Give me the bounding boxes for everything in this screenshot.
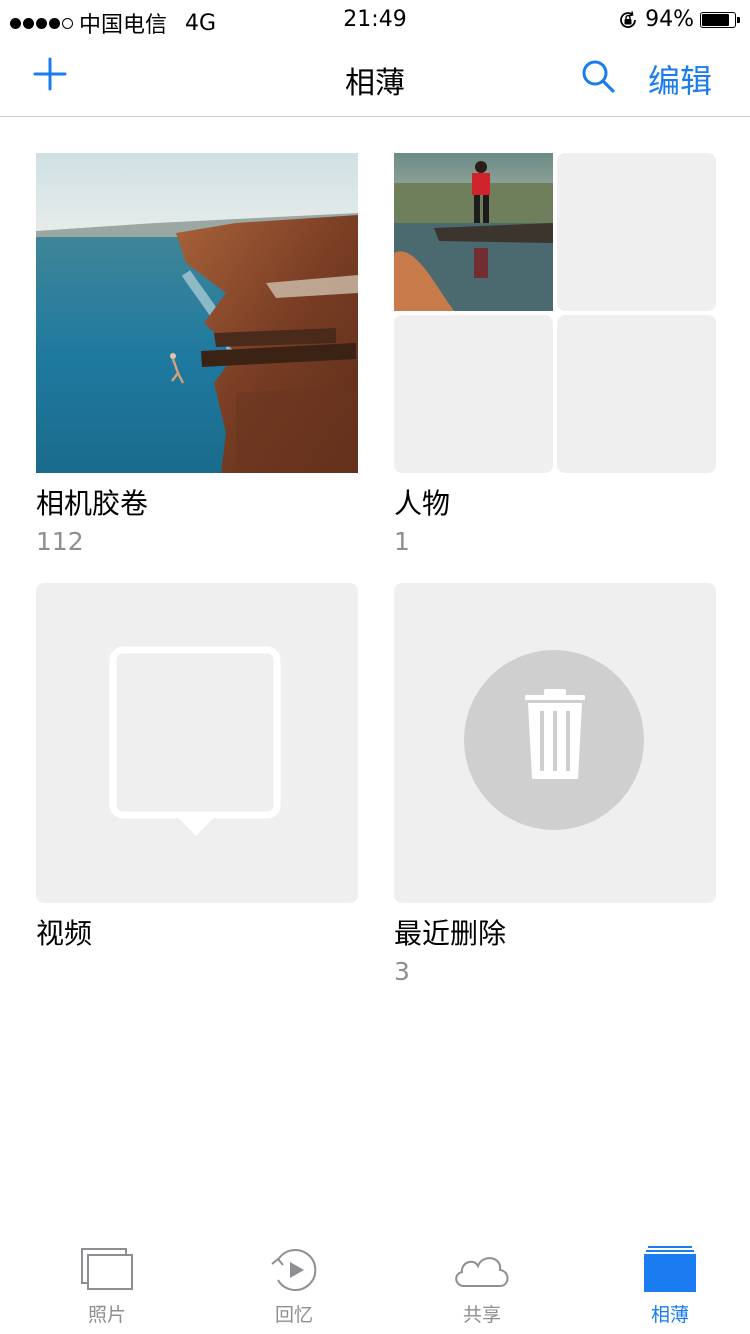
empty-tile [557, 153, 716, 311]
cloud-icon [455, 1257, 509, 1287]
edit-button[interactable]: 编辑 [648, 56, 712, 102]
tab-label: 回忆 [274, 1304, 313, 1326]
tab-label: 共享 [462, 1304, 501, 1326]
album-count: 3 [394, 957, 410, 986]
empty-tile [557, 315, 716, 473]
person-photo [394, 153, 553, 311]
video-placeholder-icon [109, 646, 281, 836]
empty-tile [394, 315, 553, 473]
tab-label: 照片 [87, 1304, 126, 1326]
tab-shared[interactable]: 共享 [422, 1246, 542, 1327]
tab-bar: 照片 回忆 共享 相薄 [0, 1236, 750, 1334]
status-right: 94% [617, 7, 740, 32]
search-icon [582, 60, 615, 93]
search-button[interactable] [578, 56, 618, 96]
album-title: 相机胶卷 [36, 487, 149, 520]
album-thumbnail[interactable] [36, 153, 358, 473]
tab-memories[interactable]: 回忆 [234, 1246, 354, 1327]
photos-albums-screen: 中国电信 4G 21:49 94% 相薄 编辑 相机胶卷 112 人物 1 视频… [0, 0, 750, 1334]
album-recently-deleted[interactable]: 最近删除 3 [394, 583, 716, 986]
album-count: 1 [394, 527, 410, 556]
tab-photos[interactable]: 照片 [47, 1246, 167, 1327]
album-count: 112 [36, 527, 84, 556]
trash-icon [464, 650, 644, 830]
battery-percent: 94% [645, 7, 694, 32]
photos-icon [81, 1248, 133, 1290]
album-people[interactable]: 人物 1 [394, 153, 716, 556]
album-thumbnail[interactable] [394, 583, 716, 903]
album-title: 最近删除 [394, 917, 507, 950]
cliff-ocean-photo [36, 153, 358, 473]
memories-icon [271, 1249, 317, 1291]
album-thumbnail[interactable] [36, 583, 358, 903]
album-thumbnail-mosaic[interactable] [394, 153, 716, 473]
status-bar: 中国电信 4G 21:49 94% [0, 0, 750, 40]
page-title: 相薄 [345, 66, 405, 101]
tab-label: 相薄 [650, 1304, 689, 1326]
battery-icon [700, 11, 740, 28]
orientation-lock-icon [620, 10, 636, 28]
album-title: 视频 [36, 917, 93, 950]
tab-albums[interactable]: 相薄 [610, 1246, 730, 1327]
album-title: 人物 [394, 487, 451, 520]
album-camera-roll[interactable]: 相机胶卷 112 [36, 153, 358, 556]
album-videos[interactable]: 视频 [36, 583, 358, 957]
navigation-bar: 相薄 编辑 [0, 40, 750, 117]
albums-icon [644, 1246, 696, 1292]
